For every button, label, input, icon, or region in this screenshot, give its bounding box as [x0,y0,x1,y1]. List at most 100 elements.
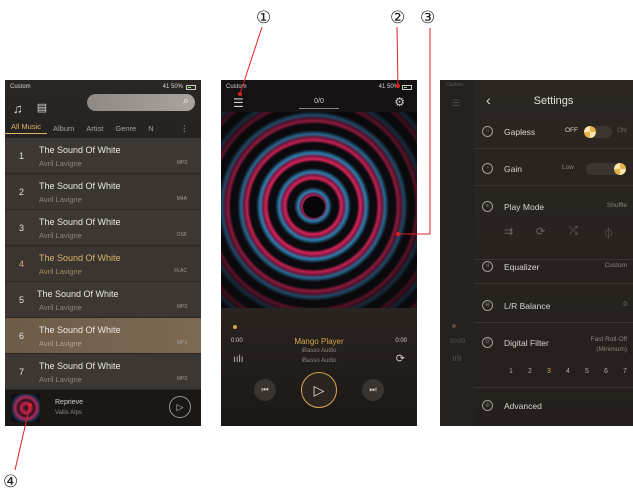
song-artist: Avril Lavigne [39,195,82,204]
song-row[interactable]: 5 The Sound Of White Avril Lavigne MP3 [5,282,201,318]
filter-option[interactable]: 2 [528,368,532,375]
filter-option[interactable]: 5 [585,368,589,375]
playback-panel: 0:00 Mango Player 0:00 iBasso Audio iBas… [221,308,417,426]
sequential-icon[interactable]: ⇉ [504,225,513,238]
filter-option-selected[interactable]: 3 [547,368,551,375]
gain-icon: ◔ [482,163,493,174]
shuffle-icon[interactable]: ⤮ [569,225,578,238]
toggle-knob [584,126,596,138]
format-badge: DSF [177,232,187,238]
repeat-icon[interactable]: ⟳ [536,225,545,238]
callout-3: ③ [420,8,436,28]
repeat-one-icon[interactable]: ⏀ [603,225,614,241]
mini-play-button[interactable]: ▷ [169,396,191,418]
song-artist: Avril Lavigne [39,159,82,168]
track-number: 2 [19,187,25,197]
tab-artist[interactable]: Artist [80,124,109,133]
tab-album[interactable]: Album [47,124,80,133]
status-bar: Custom 41 50% [221,80,417,94]
document-icon[interactable]: ▤ [37,102,47,114]
track-number: 4 [19,259,25,269]
more-options-icon[interactable]: ⋮ [175,124,195,133]
setting-value: 0 [623,301,627,308]
play-mode-icon: ≡ [482,201,493,212]
song-title: The Sound Of White [39,181,121,191]
song-artist: Avril Lavigne [39,303,82,312]
song-list: 1 The Sound Of White Avril Lavigne MP3 2… [5,138,201,390]
equalizer-icon[interactable]: ıılı [233,354,244,365]
song-row[interactable]: 1 The Sound Of White Avril Lavigne MP3 [5,138,201,174]
mini-player[interactable]: Reprieve Vallis Alps ▷ [5,390,201,426]
setting-label: L/R Balance [504,301,551,311]
track-number: 1 [19,151,25,161]
leader-line-2 [396,26,399,87]
progress-dot[interactable] [233,325,237,329]
setting-gapless[interactable]: ∩ Gapless OFF ON [474,115,633,149]
dimmed-status-label: Custom [446,82,464,88]
tab-genre[interactable]: Genre [109,124,142,133]
setting-label: Play Mode [504,202,545,212]
setting-label: Gain [504,164,522,174]
track-number: 3 [19,223,25,233]
song-title: The Sound Of White [39,217,121,227]
format-badge: MP3 [176,340,187,346]
filter-option[interactable]: 1 [509,368,513,375]
previous-button[interactable]: ⏮ [254,379,276,401]
song-row[interactable]: 2 The Sound Of White Avril Lavigne M4A [5,174,201,210]
song-row[interactable]: 7 The Sound Of White Avril Lavigne MP3 [5,354,201,390]
gear-icon[interactable]: ⚙ [394,95,405,109]
settings-screen: Custom ☰ 00:00 ıılı ‹ Settings ∩ Gapless… [440,80,633,426]
song-artist: Avril Lavigne [39,375,82,384]
setting-label: Equalizer [504,262,540,272]
setting-label: Gapless [504,127,536,137]
setting-lr-balance[interactable]: ⊟ L/R Balance 0 [474,289,633,323]
filter-option[interactable]: 4 [566,368,570,375]
callout-2: ② [390,8,406,28]
song-title: The Sound Of White [39,145,121,155]
tab-more-categories[interactable]: N [142,124,159,133]
album-art-thumbnail[interactable] [12,394,40,422]
format-badge: FLAC [174,268,187,274]
setting-advanced[interactable]: ◎ Advanced [474,389,633,423]
setting-value: Fast Roll-Off [590,336,627,343]
mini-player-title: Reprieve [55,399,84,406]
filter-option[interactable]: 7 [623,368,627,375]
filter-icon: Ⓓ [482,337,493,348]
play-button[interactable]: ▷ [301,372,337,408]
next-button[interactable]: ⏭ [362,379,384,401]
toggle-knob [614,163,626,175]
library-screen: Custom 41 50% ♫ ▤ ⌕ All Music Album Arti… [5,80,201,426]
filter-option[interactable]: 6 [604,368,608,375]
search-icon[interactable]: ⌕ [183,95,189,108]
dimmed-background: Custom ☰ 00:00 ıılı [440,80,474,426]
dimmed-progress-dot [452,324,456,328]
dimmed-menu-icon: ☰ [452,98,461,108]
song-row-selected[interactable]: 6 The Sound Of White Avril Lavigne MP3 [5,318,201,354]
count-underline [299,108,339,109]
status-label: Custom [10,84,31,90]
total-time: 0:00 [395,338,407,344]
format-badge: MP3 [176,304,187,310]
song-title: Mango Player [294,337,344,346]
setting-value: Custom [604,262,627,269]
status-indicators: 41 50% [162,84,183,90]
gain-toggle[interactable] [586,163,626,175]
song-title: The Sound Of White [39,253,121,263]
track-number: 7 [19,367,25,377]
dimmed-equalizer-icon: ıılı [452,353,462,363]
album-cover[interactable] [221,112,417,308]
search-input[interactable]: ⌕ [87,94,195,111]
repeat-icon[interactable]: ⟳ [396,352,405,365]
music-note-icon[interactable]: ♫ [13,102,23,115]
song-artist: iBasso Audio [301,348,337,354]
advanced-icon: ◎ [482,400,493,411]
song-row[interactable]: 3 The Sound Of White Avril Lavigne DSF [5,210,201,246]
tab-all-music[interactable]: All Music [5,122,48,134]
callout-4: ④ [3,472,19,492]
setting-gain[interactable]: ◔ Gain Low [474,152,633,186]
filter-options: 1 2 3 4 5 6 7 [474,368,633,378]
gapless-toggle[interactable] [584,126,612,138]
setting-equalizer[interactable]: ıl Equalizer Custom [474,250,633,284]
song-row-playing[interactable]: 4 The Sound Of White Avril Lavigne FLAC [5,246,201,282]
setting-digital-filter[interactable]: Ⓓ Digital Filter Fast Roll-Off (Minimum) [474,326,633,388]
